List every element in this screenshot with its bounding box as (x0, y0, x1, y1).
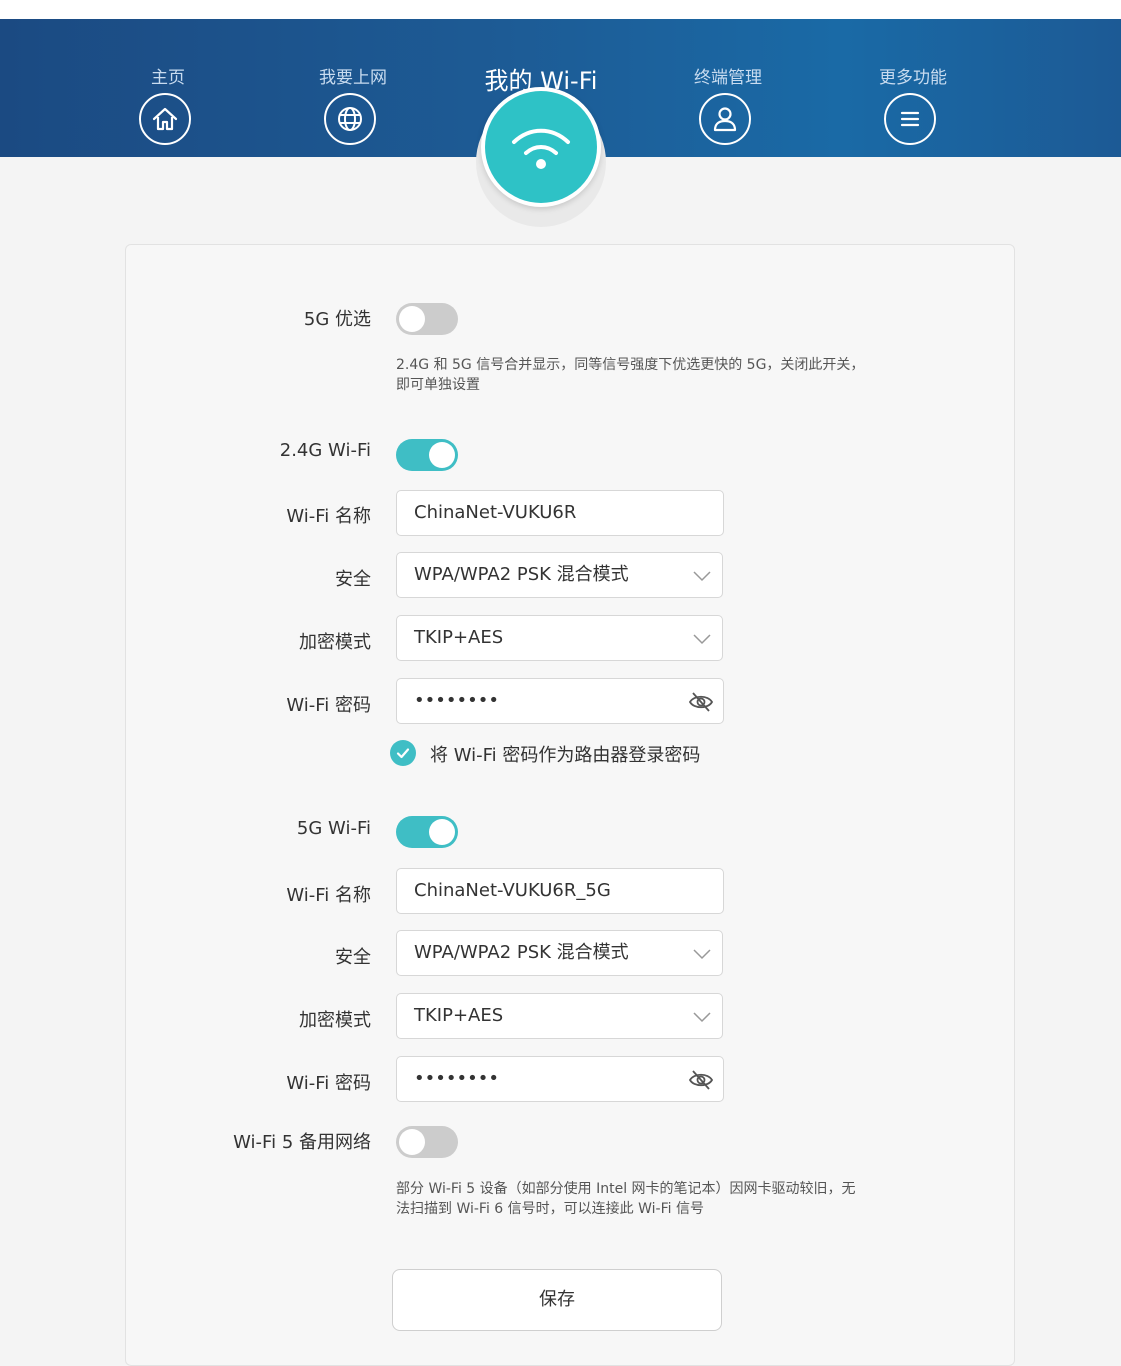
save-button[interactable]: 保存 (392, 1269, 722, 1331)
wifi24-encryption-value: TKIP+AES (414, 627, 504, 648)
pref5g-hint: 2.4G 和 5G 信号合并显示，同等信号强度下优选更快的 5G，关闭此开关，即… (396, 357, 865, 393)
eye-hidden-icon[interactable] (687, 1067, 715, 1093)
nav-more-label: 更多功能 (879, 68, 947, 88)
chevron-down-icon (693, 949, 711, 960)
wifi24-name-value: ChinaNet-VUKU6R (414, 502, 577, 523)
wifi5-label: 5G Wi-Fi (296, 818, 371, 839)
nav-internet-label: 我要上网 (319, 68, 387, 88)
toggle-knob (399, 1129, 425, 1155)
wifi24-name-input[interactable]: ChinaNet-VUKU6R (396, 490, 724, 536)
wifi5-password-label: Wi-Fi 密码 (286, 1073, 371, 1094)
nav-devices-label: 终端管理 (694, 68, 762, 88)
use-as-login-checkbox[interactable] (390, 740, 416, 766)
wifi24-password-input[interactable]: •••••••• (396, 678, 724, 724)
wifi5-name-value: ChinaNet-VUKU6R_5G (414, 880, 611, 901)
wifi24-security-value: WPA/WPA2 PSK 混合模式 (414, 564, 629, 585)
wifi24-encryption-select[interactable]: TKIP+AES (396, 615, 723, 661)
wifi5-password-input[interactable]: •••••••• (396, 1056, 724, 1102)
wifi5-password-value: •••••••• (414, 1068, 499, 1089)
wifi5-name-label: Wi-Fi 名称 (286, 885, 371, 906)
wifi5backup-toggle[interactable] (396, 1126, 458, 1158)
wifi24-encryption-label: 加密模式 (299, 632, 371, 653)
nav-home-label: 主页 (151, 68, 185, 88)
wifi24-password-value: •••••••• (414, 690, 499, 711)
wifi5-encryption-value: TKIP+AES (414, 1005, 504, 1026)
chevron-down-icon (693, 1012, 711, 1023)
home-icon (139, 93, 191, 145)
wifi5-security-select[interactable]: WPA/WPA2 PSK 混合模式 (396, 930, 723, 976)
wifi5backup-label: Wi-Fi 5 备用网络 (233, 1132, 371, 1153)
wifi24-password-label: Wi-Fi 密码 (286, 695, 371, 716)
wifi-icon (485, 91, 597, 203)
toggle-knob (429, 442, 455, 468)
user-icon (699, 93, 751, 145)
wifi5-encryption-label: 加密模式 (299, 1010, 371, 1031)
wifi5backup-hint: 部分 Wi-Fi 5 设备（如部分使用 Intel 网卡的笔记本）因网卡驱动较旧… (396, 1181, 856, 1217)
eye-hidden-icon[interactable] (687, 689, 715, 715)
wifi5-encryption-select[interactable]: TKIP+AES (396, 993, 723, 1039)
pref5g-toggle[interactable] (396, 303, 458, 335)
wifi5-name-input[interactable]: ChinaNet-VUKU6R_5G (396, 868, 724, 914)
wifi5-toggle[interactable] (396, 816, 458, 848)
wifi24-security-select[interactable]: WPA/WPA2 PSK 混合模式 (396, 552, 723, 598)
wifi24-toggle[interactable] (396, 439, 458, 471)
top-strip (0, 0, 1121, 19)
globe-icon (324, 93, 376, 145)
wifi24-security-label: 安全 (335, 569, 371, 590)
menu-icon (884, 93, 936, 145)
toggle-knob (399, 306, 425, 332)
check-icon (396, 748, 410, 759)
wifi5-security-value: WPA/WPA2 PSK 混合模式 (414, 942, 629, 963)
chevron-down-icon (693, 634, 711, 645)
pref5g-label: 5G 优选 (303, 309, 371, 330)
chevron-down-icon (693, 571, 711, 582)
use-as-login-label: 将 Wi-Fi 密码作为路由器登录密码 (430, 745, 701, 766)
wifi24-label: 2.4G Wi-Fi (279, 440, 371, 461)
wifi5-security-label: 安全 (335, 947, 371, 968)
wifi24-name-label: Wi-Fi 名称 (286, 506, 371, 527)
toggle-knob (429, 819, 455, 845)
